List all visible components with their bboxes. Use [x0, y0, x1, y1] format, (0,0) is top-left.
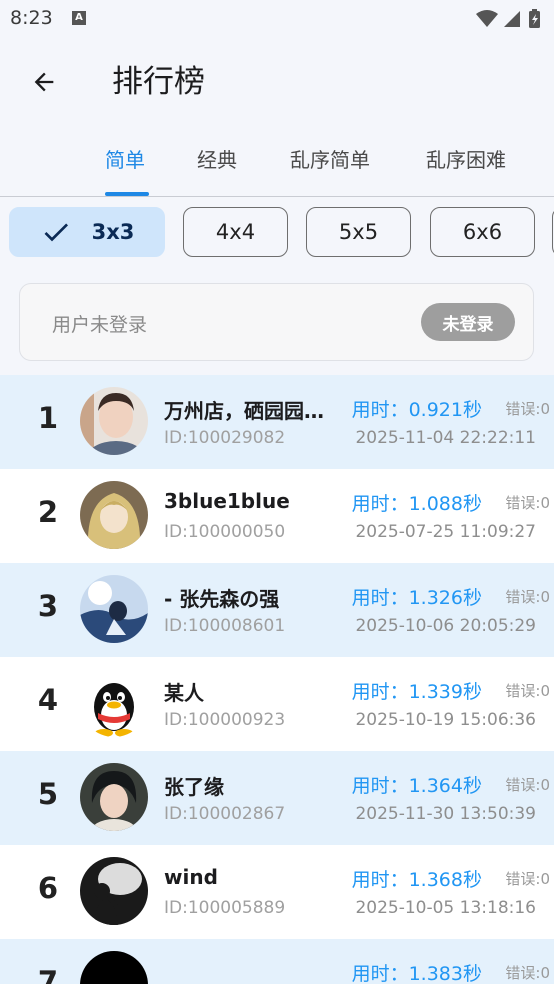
chip-label: 5x5	[338, 220, 379, 244]
user-id: ID:100029082	[164, 428, 286, 448]
page-title: 排行榜	[112, 64, 205, 100]
error-count: 错误:0	[505, 588, 550, 606]
error-count: 错误:0	[505, 494, 550, 512]
avatar	[80, 763, 148, 831]
check-icon	[44, 223, 68, 242]
time-used: 用时：1.364秒	[351, 775, 482, 797]
user-id: ID:100000923	[164, 710, 286, 730]
user-name: 某人	[164, 681, 204, 705]
user-name: 张了缘	[164, 775, 224, 799]
list-item[interactable]: 5 张了缘 ID:100002867 用时：1.364秒 错误:0 2025-1…	[0, 751, 554, 845]
time-used: 用时：0.921秒	[351, 399, 482, 421]
battery-icon	[529, 9, 540, 28]
avatar	[80, 669, 148, 737]
record-date: 2025-10-05 13:18:16	[355, 898, 536, 918]
chip-6x6[interactable]: 6x6	[430, 207, 535, 257]
record-date: 2025-11-04 22:22:11	[355, 428, 536, 448]
list-item[interactable]: 6 wind ID:100005889 用时：1.368秒 错误:0 2025-…	[0, 845, 554, 939]
chip-4x4[interactable]: 4x4	[183, 207, 288, 257]
list-item[interactable]: 3 - 张先森の强 ID:100008601 用时：1.326秒 错误:0 20…	[0, 563, 554, 657]
chip-label: 3x3	[91, 220, 135, 244]
avatar	[80, 387, 148, 455]
time-used: 用时：1.339秒	[351, 681, 482, 703]
rank-number: 4	[37, 683, 59, 717]
error-count: 错误:0	[505, 682, 550, 700]
user-name: 万州店，硒园园…	[164, 399, 324, 423]
user-name: wind	[164, 865, 218, 889]
avatar	[80, 857, 148, 925]
list-item[interactable]: 7 用时：1.383秒 错误:0	[0, 939, 554, 984]
arrow-left-icon	[34, 72, 54, 92]
time-used: 用时：1.383秒	[351, 963, 482, 984]
user-id: ID:100005889	[164, 898, 286, 918]
status-time: 8:23	[10, 7, 53, 29]
back-button[interactable]	[22, 60, 66, 104]
wifi-icon	[476, 10, 498, 27]
rank-number: 7	[37, 965, 59, 984]
error-count: 错误:0	[505, 776, 550, 794]
user-name: - 张先森の强	[164, 587, 280, 611]
chip-3x3[interactable]: 3x3	[9, 207, 165, 257]
user-id: ID:100000050	[164, 522, 286, 542]
size-chips: 3x3 4x4 5x5 6x6	[0, 207, 554, 261]
app-bar: 排行榜	[0, 40, 554, 124]
time-used: 用时：1.368秒	[351, 869, 482, 891]
rank-number: 2	[37, 495, 59, 529]
list-item[interactable]: 2 3blue1blue ID:100000050 用时：1.088秒 错误:0…	[0, 469, 554, 563]
record-date: 2025-10-06 20:05:29	[355, 616, 536, 636]
leaderboard-list[interactable]: 1 万州店，硒园园… ID:100029082 用时：0.921秒 错误:0 2…	[0, 375, 554, 984]
record-date: 2025-11-30 13:50:39	[355, 804, 536, 824]
tab-simple[interactable]: 简单	[105, 144, 145, 173]
user-id: ID:100008601	[164, 616, 286, 636]
rank-number: 1	[37, 401, 59, 435]
avatar	[80, 951, 148, 984]
chip-label: 6x6	[462, 220, 503, 244]
rank-number: 5	[37, 777, 59, 811]
status-icons	[474, 8, 544, 34]
rank-number: 3	[37, 589, 59, 623]
tab-shuffle-simple[interactable]: 乱序简单	[290, 144, 370, 173]
status-bar: 8:23 A	[0, 0, 554, 40]
login-card: 用户未登录 未登录	[19, 283, 534, 361]
error-count: 错误:0	[505, 964, 550, 982]
time-used: 用时：1.326秒	[351, 587, 482, 609]
tab-indicator	[105, 192, 149, 196]
rank-number: 6	[37, 871, 59, 905]
user-name: 3blue1blue	[164, 489, 290, 513]
error-count: 错误:0	[505, 400, 550, 418]
login-button[interactable]: 未登录	[421, 303, 515, 341]
a-icon: A	[72, 11, 86, 25]
record-date: 2025-07-25 11:09:27	[355, 522, 536, 542]
signal-icon	[504, 11, 520, 27]
list-item[interactable]: 4 某人 ID:100000923 用时：1.339秒 错误:0 2025-10…	[0, 657, 554, 751]
record-date: 2025-10-19 15:06:36	[355, 710, 536, 730]
user-id: ID:100002867	[164, 804, 286, 824]
avatar	[80, 481, 148, 549]
time-used: 用时：1.088秒	[351, 493, 482, 515]
tab-shuffle-hard[interactable]: 乱序困难	[426, 144, 506, 173]
list-item[interactable]: 1 万州店，硒园园… ID:100029082 用时：0.921秒 错误:0 2…	[0, 375, 554, 469]
mode-tabs: 简单 经典 乱序简单 乱序困难	[0, 134, 554, 197]
chip-label: 4x4	[215, 220, 256, 244]
error-count: 错误:0	[505, 870, 550, 888]
avatar	[80, 575, 148, 643]
chip-5x5[interactable]: 5x5	[306, 207, 411, 257]
tab-classic[interactable]: 经典	[197, 144, 237, 173]
login-status-text: 用户未登录	[52, 314, 148, 336]
